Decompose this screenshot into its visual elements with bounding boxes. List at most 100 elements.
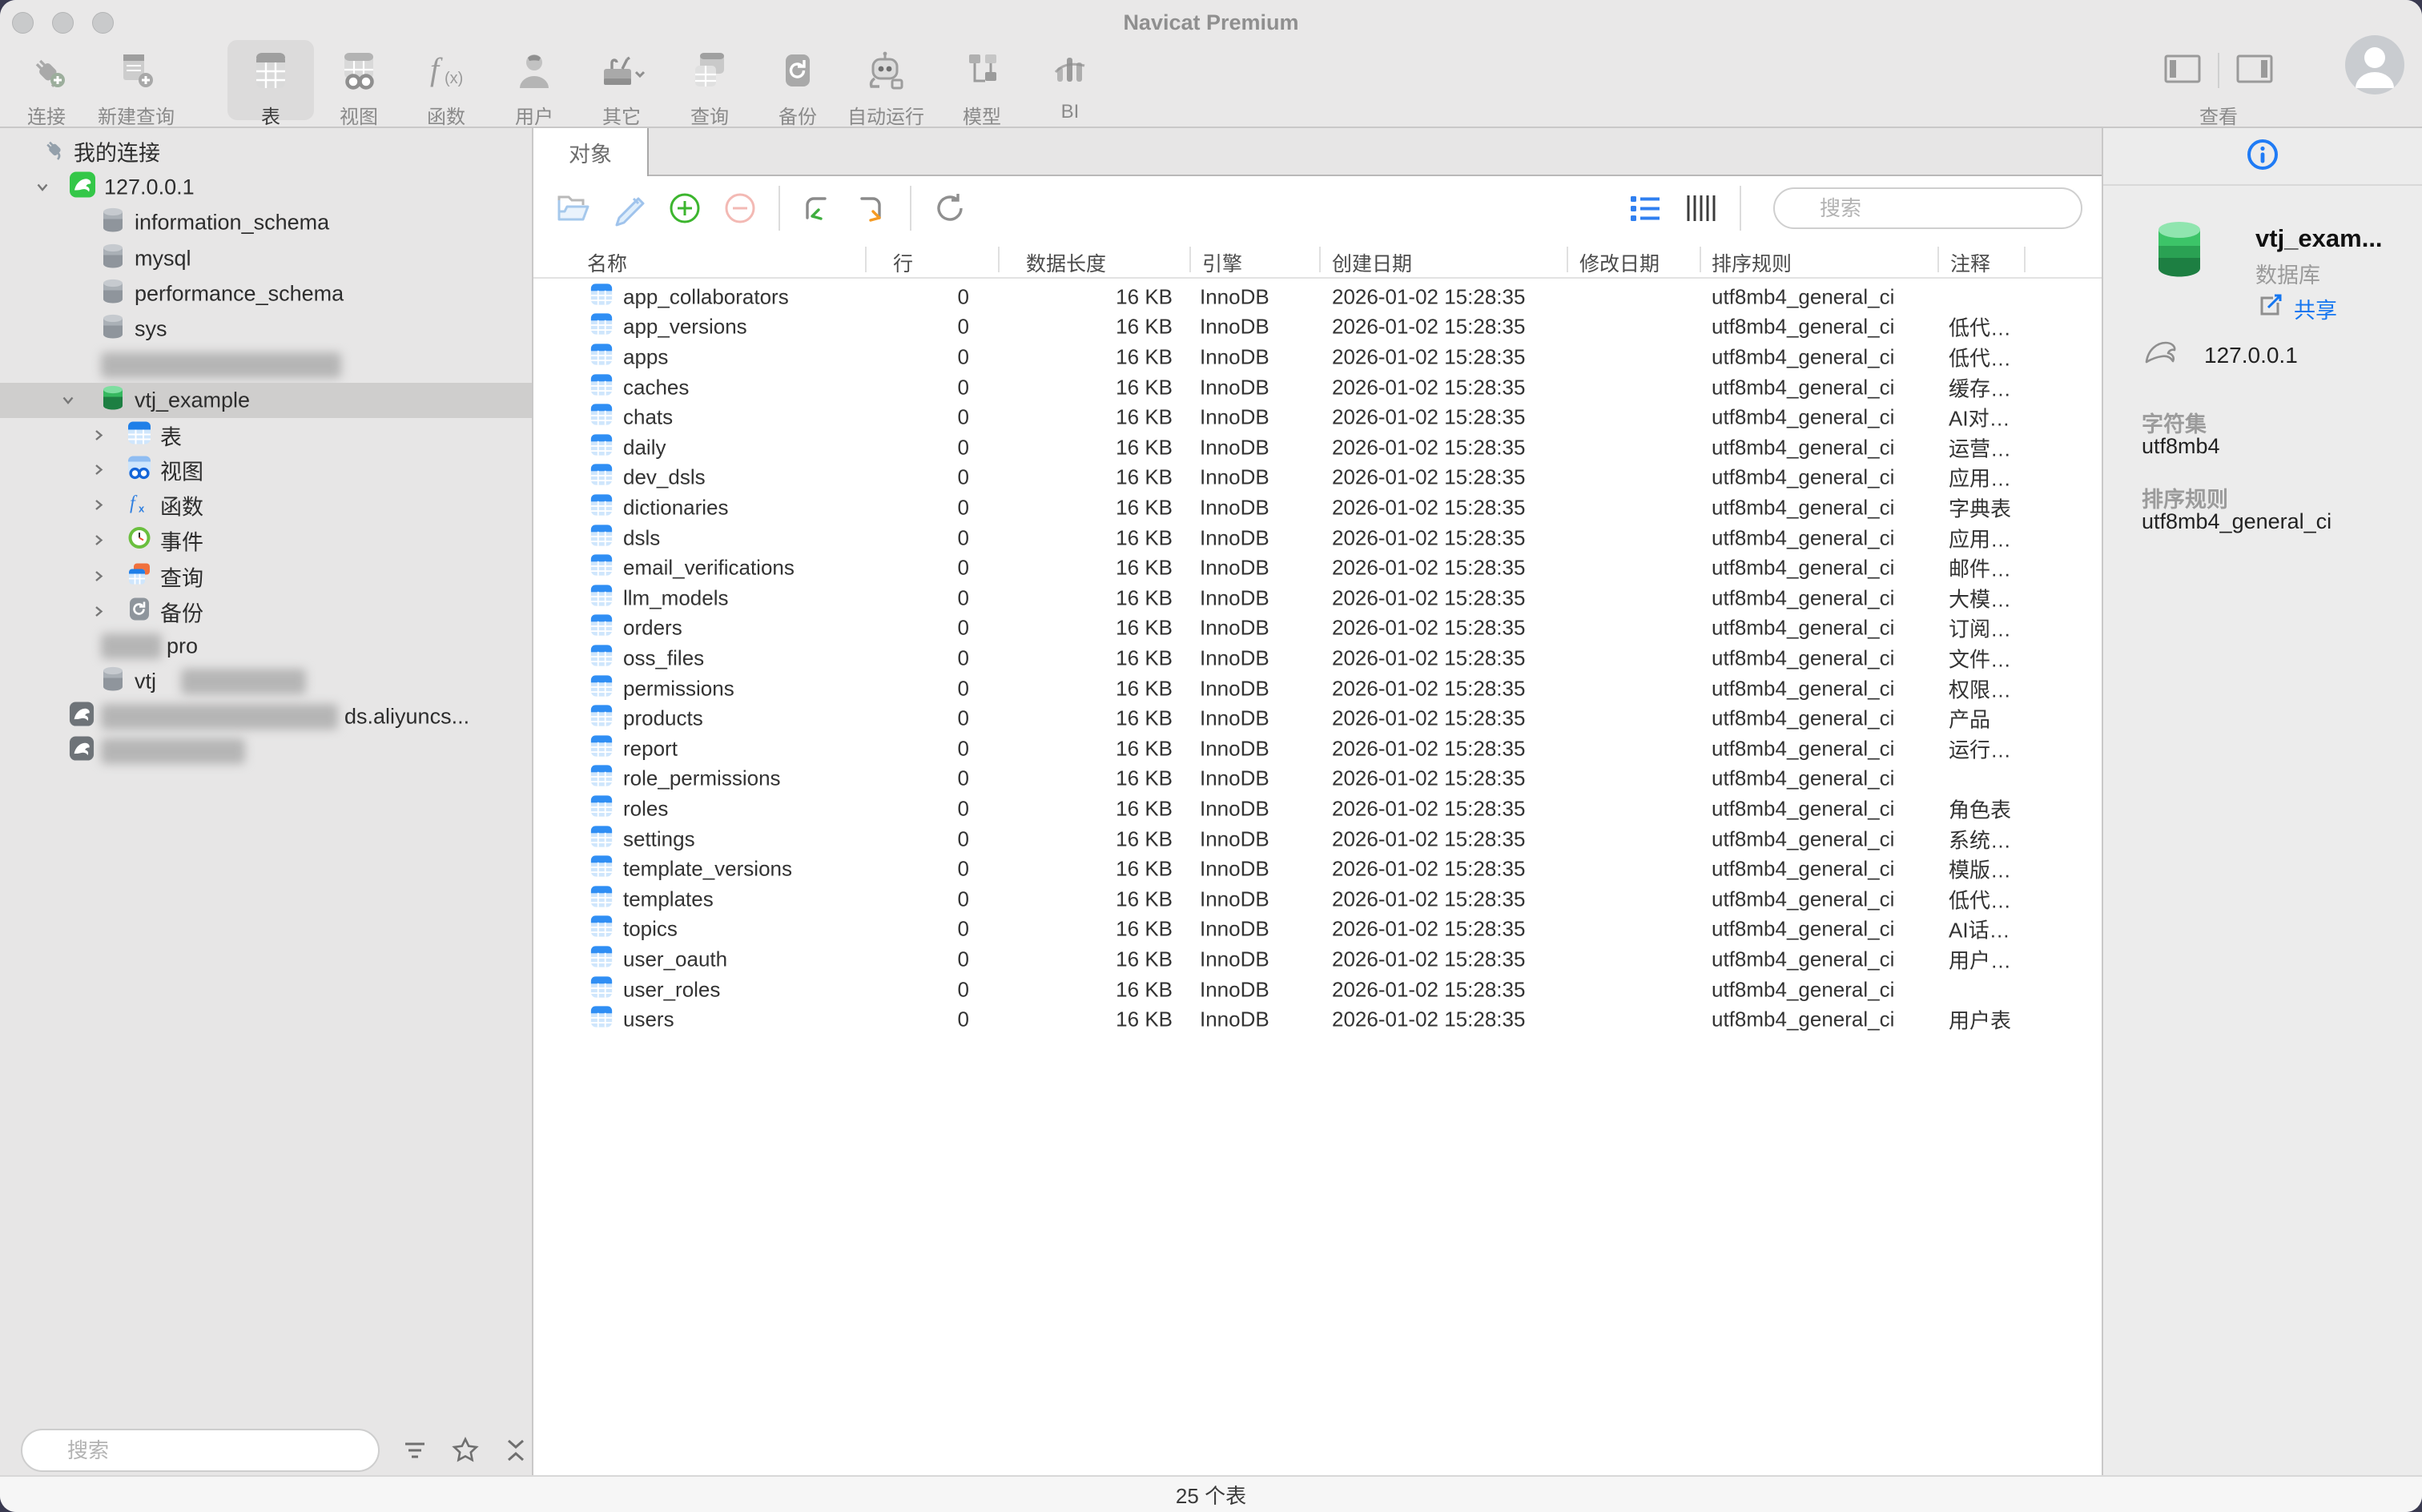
- column-divider[interactable]: [1700, 247, 1701, 272]
- sidebar-item-connection-aliyun[interactable]: ds.aliyuncs...: [0, 699, 532, 734]
- sidebar-item-connection-127-0-0-1[interactable]: 127.0.0.1: [0, 170, 532, 205]
- sidebar-item-db-redacted-pro[interactable]: pro: [0, 629, 532, 664]
- column-divider[interactable]: [1937, 247, 1939, 272]
- table-row[interactable]: users016 KBInnoDB2026-01-02 15:28:35utf8…: [533, 1004, 2102, 1035]
- cell-data-length: 16 KB: [998, 706, 1173, 731]
- column-divider[interactable]: [865, 247, 867, 272]
- column-header-modified[interactable]: 修改日期: [1579, 248, 1660, 277]
- share-button[interactable]: 共享: [2255, 292, 2337, 326]
- cell-table-name: user_oauth: [623, 947, 727, 971]
- cell-created-date: 2026-01-02 15:28:35: [1332, 344, 1525, 369]
- table-row[interactable]: dictionaries016 KBInnoDB2026-01-02 15:28…: [533, 493, 2102, 523]
- table-row[interactable]: report016 KBInnoDB2026-01-02 15:28:35utf…: [533, 734, 2102, 764]
- cell-data-length: 16 KB: [998, 736, 1173, 761]
- column-header-comment[interactable]: 注释: [1950, 248, 1990, 277]
- database-name: vtj_exam...: [2255, 224, 2383, 253]
- grid-view-button[interactable]: [1680, 187, 1722, 229]
- filter-icon[interactable]: [400, 1436, 429, 1469]
- table-row[interactable]: topics016 KBInnoDB2026-01-02 15:28:35utf…: [533, 915, 2102, 945]
- favorites-star-icon[interactable]: [450, 1435, 481, 1470]
- table-row[interactable]: orders016 KBInnoDB2026-01-02 15:28:35utf…: [533, 613, 2102, 644]
- column-divider[interactable]: [1567, 247, 1568, 272]
- column-header-rows[interactable]: 行: [893, 248, 913, 277]
- table-row[interactable]: dev_dsls016 KBInnoDB2026-01-02 15:28:35u…: [533, 463, 2102, 493]
- table-row[interactable]: chats016 KBInnoDB2026-01-02 15:28:35utf8…: [533, 402, 2102, 432]
- sidebar-item-vtj-backups[interactable]: 备份: [0, 594, 532, 629]
- tab-objects[interactable]: 对象: [533, 128, 649, 176]
- sidebar-search-input[interactable]: [21, 1429, 380, 1472]
- column-header-collation[interactable]: 排序规则: [1712, 248, 1792, 277]
- table-row[interactable]: settings016 KBInnoDB2026-01-02 15:28:35u…: [533, 824, 2102, 855]
- sidebar-item-my-connections[interactable]: 我的连接: [0, 134, 532, 169]
- cell-rows: 0: [865, 766, 969, 791]
- toolbar-new-query-button[interactable]: 新建查询: [76, 42, 196, 129]
- sidebar-item-db-sys[interactable]: sys: [0, 312, 532, 347]
- table-row[interactable]: apps016 KBInnoDB2026-01-02 15:28:35utf8m…: [533, 342, 2102, 372]
- new-table-button[interactable]: [664, 187, 706, 229]
- delete-table-button[interactable]: [719, 187, 761, 229]
- table-row[interactable]: products016 KBInnoDB2026-01-02 15:28:35u…: [533, 703, 2102, 734]
- cell-engine: InnoDB: [1200, 344, 1269, 369]
- cell-rows: 0: [865, 556, 969, 581]
- table-row[interactable]: llm_models016 KBInnoDB2026-01-02 15:28:3…: [533, 583, 2102, 613]
- cell-rows: 0: [865, 315, 969, 340]
- toolbar-bi-button[interactable]: BI: [1010, 42, 1130, 123]
- info-icon[interactable]: [2244, 136, 2281, 177]
- table-row[interactable]: role_permissions016 KBInnoDB2026-01-02 1…: [533, 764, 2102, 794]
- chevron-right-icon[interactable]: [91, 529, 106, 553]
- refresh-button[interactable]: [929, 187, 971, 229]
- chevron-right-icon[interactable]: [91, 493, 106, 518]
- table-row[interactable]: user_roles016 KBInnoDB2026-01-02 15:28:3…: [533, 975, 2102, 1005]
- sidebar-item-vtj-functions[interactable]: fx函数: [0, 488, 532, 523]
- collapse-all-icon[interactable]: [501, 1436, 530, 1469]
- column-divider[interactable]: [1189, 247, 1191, 272]
- column-header-created[interactable]: 创建日期: [1332, 248, 1412, 277]
- sidebar-item-vtj-views[interactable]: 视图: [0, 452, 532, 488]
- chevron-right-icon[interactable]: [91, 600, 106, 625]
- table-row[interactable]: dsls016 KBInnoDB2026-01-02 15:28:35utf8m…: [533, 523, 2102, 553]
- list-view-button[interactable]: [1624, 187, 1666, 229]
- toggle-right-pane-button[interactable]: [2234, 50, 2275, 91]
- design-table-button[interactable]: [608, 187, 650, 229]
- table-row[interactable]: user_oauth016 KBInnoDB2026-01-02 15:28:3…: [533, 944, 2102, 975]
- export-wizard-button[interactable]: [851, 187, 892, 229]
- column-header-engine[interactable]: 引擎: [1202, 248, 1242, 277]
- sidebar-item-db-redacted-1[interactable]: [0, 348, 532, 383]
- user-avatar[interactable]: [2345, 35, 2404, 94]
- cell-comment: 用户表: [1949, 1005, 2011, 1035]
- table-row[interactable]: app_versions016 KBInnoDB2026-01-02 15:28…: [533, 312, 2102, 343]
- table-row[interactable]: roles016 KBInnoDB2026-01-02 15:28:35utf8…: [533, 794, 2102, 824]
- column-divider[interactable]: [1319, 247, 1321, 272]
- column-header-name[interactable]: 名称: [587, 248, 627, 277]
- sidebar-item-connection-redacted[interactable]: [0, 734, 532, 769]
- column-divider[interactable]: [2024, 247, 2026, 272]
- table-row[interactable]: caches016 KBInnoDB2026-01-02 15:28:35utf…: [533, 372, 2102, 403]
- table-row[interactable]: email_verifications016 KBInnoDB2026-01-0…: [533, 553, 2102, 583]
- table-row[interactable]: daily016 KBInnoDB2026-01-02 15:28:35utf8…: [533, 432, 2102, 463]
- table-row[interactable]: app_collaborators016 KBInnoDB2026-01-02 …: [533, 282, 2102, 312]
- sidebar-item-vtj-queries[interactable]: 查询: [0, 559, 532, 594]
- sidebar-item-db-mysql[interactable]: mysql: [0, 241, 532, 276]
- sidebar-item-db-vtj-example[interactable]: vtj_example: [0, 383, 532, 418]
- chevron-down-icon[interactable]: [35, 175, 50, 200]
- sidebar-item-vtj-events[interactable]: 事件: [0, 523, 532, 558]
- toggle-left-pane-button[interactable]: [2162, 50, 2203, 91]
- import-wizard-button[interactable]: [795, 187, 836, 229]
- sidebar-item-db-redacted-vtj[interactable]: vtj: [0, 664, 532, 699]
- open-table-button[interactable]: [553, 187, 594, 229]
- table-row[interactable]: templates016 KBInnoDB2026-01-02 15:28:35…: [533, 884, 2102, 915]
- chevron-right-icon[interactable]: [91, 565, 106, 589]
- table-row[interactable]: oss_files016 KBInnoDB2026-01-02 15:28:35…: [533, 643, 2102, 674]
- table-row[interactable]: permissions016 KBInnoDB2026-01-02 15:28:…: [533, 674, 2102, 704]
- table-row[interactable]: template_versions016 KBInnoDB2026-01-02 …: [533, 854, 2102, 884]
- sidebar-item-db-performance-schema[interactable]: performance_schema: [0, 276, 532, 312]
- object-search-input[interactable]: [1773, 187, 2082, 229]
- chevron-right-icon[interactable]: [91, 458, 106, 483]
- sidebar-item-vtj-tables[interactable]: 表: [0, 418, 532, 453]
- chevron-down-icon[interactable]: [61, 388, 75, 413]
- column-header-length[interactable]: 数据长度: [1026, 248, 1106, 277]
- chevron-right-icon[interactable]: [91, 424, 106, 448]
- sidebar-item-db-information-schema[interactable]: information_schema: [0, 205, 532, 240]
- cell-rows: 0: [865, 736, 969, 761]
- column-divider[interactable]: [998, 247, 1000, 272]
